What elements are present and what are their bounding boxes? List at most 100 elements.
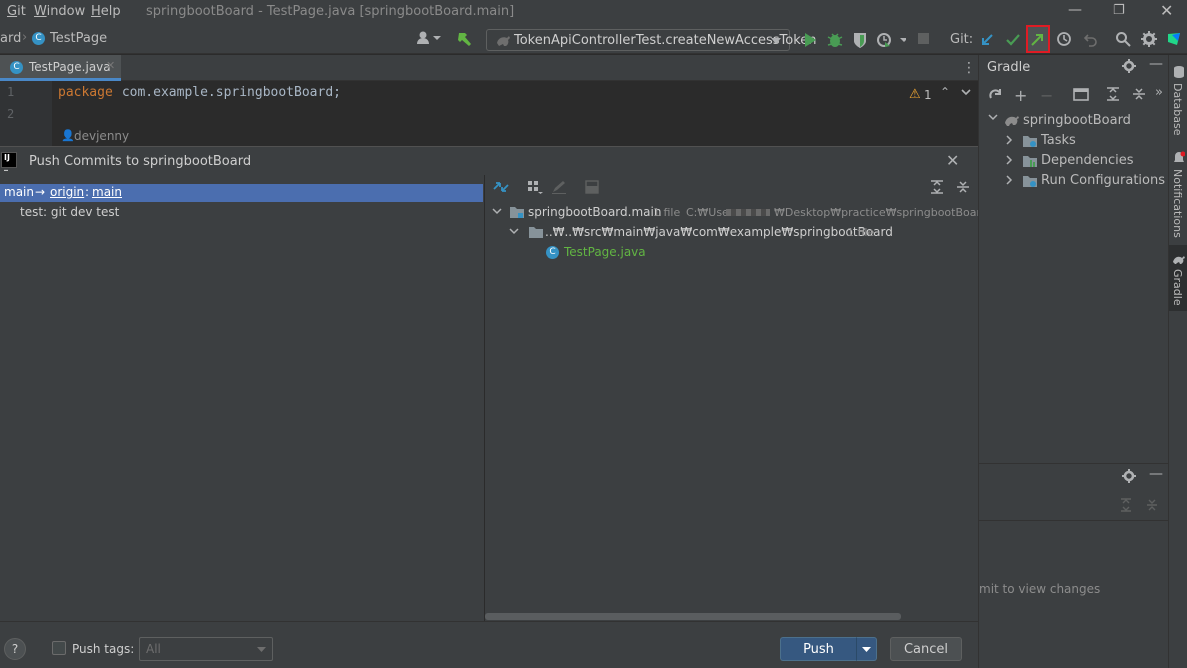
- breadcrumb-project[interactable]: ard: [0, 31, 21, 46]
- lower-collapse-icon[interactable]: [1146, 498, 1158, 512]
- git-update-icon[interactable]: [979, 32, 995, 48]
- run-configuration-select[interactable]: TokenApiControllerTest.createNewAccessTo…: [486, 29, 817, 51]
- module-folder-icon: [509, 205, 525, 219]
- chevron-down-icon[interactable]: [492, 208, 502, 216]
- expand-all-icon[interactable]: [930, 180, 944, 194]
- lower-expand-icon[interactable]: [1120, 498, 1132, 512]
- cancel-button[interactable]: Cancel: [890, 637, 962, 661]
- notifications-tool-button[interactable]: Notifications: [1171, 169, 1184, 238]
- gradle-run-configurations-label[interactable]: Run Configurations: [1041, 173, 1165, 188]
- database-tool-button[interactable]: Database: [1171, 83, 1184, 136]
- code-keyword: package: [58, 85, 113, 100]
- gradle-tasks-label[interactable]: Tasks: [1041, 133, 1076, 148]
- lower-hide-panel-icon[interactable]: —: [1149, 466, 1163, 482]
- git-label: Git:: [950, 32, 974, 47]
- preview-diff-icon[interactable]: [585, 180, 599, 194]
- push-tags-select[interactable]: All: [139, 637, 273, 661]
- gradle-dependencies-label[interactable]: Dependencies: [1041, 153, 1134, 168]
- chevron-down-icon: [257, 647, 266, 652]
- menu-window[interactable]: Window: [34, 4, 85, 19]
- diff-compare-icon[interactable]: [493, 180, 509, 194]
- push-button[interactable]: Push: [780, 637, 856, 661]
- chevron-down-icon: [862, 646, 871, 652]
- minimize-window-icon[interactable]: —: [1068, 2, 1082, 18]
- tree-root-path-rest: ₩Desktop₩practice₩springbootBoard₩: [774, 206, 978, 219]
- dialog-close-icon[interactable]: ✕: [946, 151, 959, 170]
- chevron-down-icon: [771, 38, 781, 44]
- reload-icon[interactable]: [988, 88, 1002, 102]
- cancel-button-label: Cancel: [903, 641, 949, 657]
- more-toolbar-icon[interactable]: »: [1155, 85, 1163, 100]
- run-configurations-icon: [1022, 174, 1038, 188]
- class-icon: C: [32, 32, 45, 45]
- jetbrains-plugin-icon[interactable]: [1166, 31, 1182, 47]
- menu-git[interactable]: Git: [7, 4, 26, 19]
- tab-testpage-java[interactable]: C TestPage.java ✕: [0, 55, 121, 81]
- chevron-right-icon[interactable]: [1006, 155, 1014, 165]
- group-by-icon[interactable]: [527, 180, 543, 194]
- panel-divider[interactable]: [979, 463, 1168, 464]
- target-branch-link[interactable]: main: [92, 185, 122, 199]
- next-highlight-icon[interactable]: [961, 89, 971, 96]
- tasks-folder-icon: [1022, 134, 1038, 148]
- hide-panel-icon[interactable]: —: [1149, 56, 1163, 72]
- branch-row-selected[interactable]: main → origin : main: [0, 184, 483, 202]
- close-tab-icon[interactable]: ✕: [106, 59, 115, 72]
- git-commit-icon[interactable]: [1005, 32, 1021, 48]
- add-user-icon[interactable]: [416, 30, 442, 46]
- tree-root-path: C:₩Use: [686, 206, 729, 219]
- menu-help[interactable]: Help: [91, 4, 121, 19]
- settings-gear-icon[interactable]: [1141, 31, 1157, 47]
- tree-dir-name[interactable]: ..₩..₩src₩main₩java₩com₩example₩springbo…: [545, 225, 893, 239]
- tree-root-name[interactable]: springbootBoard.main: [528, 205, 661, 219]
- changed-file[interactable]: TestPage.java: [564, 245, 646, 259]
- branch-arrow: →: [35, 185, 46, 199]
- warning-count: 1: [924, 88, 932, 102]
- collapse-all-icon[interactable]: [956, 180, 970, 194]
- git-push-icon[interactable]: [1026, 25, 1050, 53]
- edit-source-icon[interactable]: [551, 180, 567, 194]
- push-tags-checkbox[interactable]: [52, 641, 66, 655]
- commit-item[interactable]: test: git dev test: [20, 205, 119, 219]
- run-icon[interactable]: [803, 32, 817, 48]
- chevron-right-icon[interactable]: [1006, 135, 1014, 145]
- rollback-icon[interactable]: [1083, 31, 1099, 47]
- notifications-icon: [1173, 151, 1185, 165]
- build-hammer-icon[interactable]: [456, 30, 474, 48]
- previous-highlight-icon[interactable]: ⌃: [940, 85, 950, 99]
- restore-window-icon[interactable]: ❐: [1113, 3, 1125, 18]
- warning-icon[interactable]: ⚠: [909, 87, 921, 102]
- collapse-all-icon[interactable]: [1132, 87, 1146, 101]
- coverage-icon[interactable]: [852, 31, 868, 49]
- chevron-right-icon[interactable]: [1006, 175, 1014, 185]
- more-options-icon[interactable]: ⋮: [962, 60, 976, 76]
- code-package-name: com.example.springbootBoard;: [114, 85, 341, 100]
- breadcrumb-file[interactable]: TestPage: [50, 31, 107, 46]
- add-icon[interactable]: +: [1014, 86, 1027, 105]
- horizontal-scrollbar[interactable]: [485, 613, 901, 620]
- close-window-icon[interactable]: ✕: [1160, 1, 1173, 20]
- chevron-down-icon[interactable]: [988, 114, 998, 122]
- gradle-tool-button-active[interactable]: Gradle: [1169, 245, 1187, 311]
- gradle-project-label[interactable]: springbootBoard: [1023, 113, 1131, 128]
- lower-settings-gear-icon[interactable]: [1122, 469, 1136, 483]
- menu-bar: Git Window Help springbootBoard - TestPa…: [0, 0, 1187, 24]
- profile-icon[interactable]: [876, 31, 906, 49]
- author-icon: 👤: [61, 129, 75, 142]
- remote-link[interactable]: origin: [50, 185, 84, 199]
- search-icon[interactable]: [1115, 31, 1131, 47]
- right-tool-strip: Database Notifications Gradle: [1168, 55, 1187, 668]
- branch-separator: :: [85, 185, 90, 199]
- gradle-settings-gear-icon[interactable]: [1122, 59, 1136, 73]
- stop-icon[interactable]: [918, 33, 929, 44]
- intellij-logo-icon: IJ _: [1, 152, 17, 171]
- debug-icon[interactable]: [827, 31, 843, 49]
- chevron-down-icon[interactable]: [509, 228, 519, 236]
- expand-all-icon[interactable]: [1106, 87, 1120, 101]
- push-options-dropdown[interactable]: [856, 637, 877, 661]
- commits-pane: [0, 175, 484, 621]
- execute-task-icon[interactable]: [1073, 88, 1089, 101]
- help-button[interactable]: ?: [4, 638, 26, 660]
- history-icon[interactable]: [1056, 31, 1072, 47]
- remove-icon[interactable]: −: [1040, 86, 1053, 105]
